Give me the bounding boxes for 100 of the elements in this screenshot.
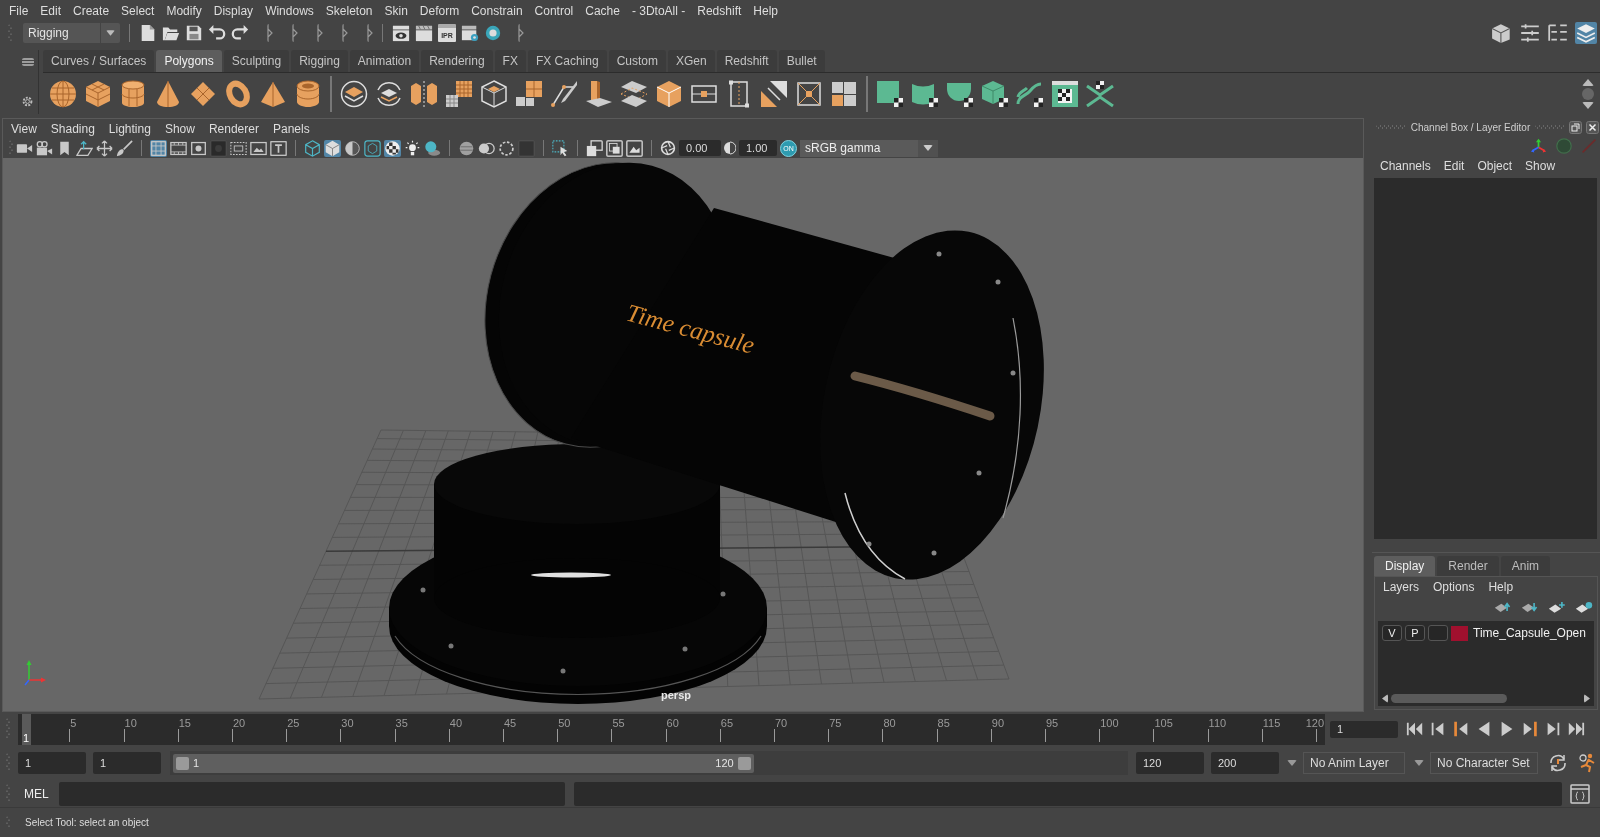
menu-item[interactable]: Control (534, 3, 574, 18)
grip-icon[interactable] (1376, 125, 1406, 129)
layer-add-icon[interactable] (1548, 601, 1566, 613)
end-time-field[interactable]: 200 (1211, 752, 1279, 774)
menu-item[interactable]: Create (73, 3, 110, 18)
checker-sphere-icon[interactable] (384, 139, 401, 157)
knife-line-icon[interactable] (550, 79, 578, 108)
pipe-icon[interactable] (294, 79, 322, 108)
safe-frame-icon[interactable] (230, 139, 247, 157)
exposure-field[interactable]: 0.00 (679, 140, 721, 156)
playback-start-field[interactable]: 1 (93, 752, 161, 774)
cube-checker-icon[interactable] (981, 79, 1009, 108)
time-slider[interactable]: 5 10 15 20 25 30 35 40 45 50 55 60 65 70 75 80 85 90 95 100 105 110 115 120 1 (18, 713, 1325, 745)
collapse-arrow-icon[interactable] (518, 24, 524, 42)
square-checker-icon[interactable] (876, 79, 904, 108)
new-file-icon[interactable] (139, 24, 157, 42)
menu-item[interactable]: Skin (384, 3, 408, 18)
layer-editor-tab[interactable]: Display (1374, 556, 1436, 576)
scrollbar-thumb[interactable] (1391, 693, 1507, 703)
playback-end-field[interactable]: 120 (1136, 752, 1204, 774)
menu-item[interactable]: Deform (419, 3, 460, 18)
grid-icon[interactable] (150, 139, 167, 157)
shelf-tab[interactable]: Custom (608, 50, 666, 72)
tree-list-icon[interactable] (1547, 22, 1569, 44)
range-bar[interactable] (173, 753, 754, 773)
shelf-tab[interactable]: XGen (667, 50, 715, 72)
next-key-icon[interactable] (1521, 720, 1539, 738)
striped-sphere-icon[interactable] (458, 139, 475, 157)
scroll-right-icon[interactable] (1584, 693, 1590, 703)
move-icon[interactable] (96, 139, 113, 157)
script-window-icon[interactable] (1570, 784, 1590, 804)
panel-menu-item[interactable]: Show (164, 121, 195, 136)
render-view-icon[interactable] (392, 24, 410, 42)
shaded-cube-icon[interactable] (324, 139, 341, 157)
previous-key-icon[interactable] (1452, 720, 1470, 738)
render-settings-icon[interactable] (461, 24, 479, 42)
picture-icon[interactable] (250, 139, 267, 157)
wireframe-cube-icon[interactable] (304, 139, 321, 157)
shelf-tab[interactable]: Sculpting (223, 50, 290, 72)
menu-item[interactable]: Display (213, 3, 254, 18)
cube-outline-icon[interactable] (480, 79, 508, 108)
layer-editor-tab[interactable]: Anim (1500, 556, 1551, 576)
dropdown-arrow-icon[interactable] (106, 30, 115, 36)
color-space-dropdown[interactable]: sRGB gamma (800, 139, 938, 157)
diamond-icon[interactable] (189, 79, 217, 108)
gamma-field[interactable]: 1.00 (739, 140, 777, 156)
diagonal-squares-icon[interactable] (760, 79, 788, 108)
scroll-down-icon[interactable] (1582, 101, 1594, 109)
contrast-icon[interactable] (724, 141, 736, 155)
dot-frame-icon[interactable] (190, 139, 207, 157)
range-slider-track[interactable]: 1 120 (170, 751, 1128, 775)
shelf-tab[interactable]: Polygons (156, 50, 222, 72)
dropdown-arrow-icon[interactable] (1414, 760, 1424, 766)
channel-box-menu-item[interactable]: Channels (1380, 159, 1431, 173)
panel-menu-item[interactable]: Renderer (208, 121, 259, 136)
panel-menu-item[interactable]: View (11, 121, 37, 136)
reference-toggle[interactable] (1428, 625, 1448, 641)
anim-layer-dropdown[interactable]: No Anim Layer (1303, 752, 1405, 774)
framed-square-icon[interactable] (606, 139, 623, 157)
light-bulb-icon[interactable] (404, 139, 421, 157)
menu-set-dropdown[interactable]: Rigging (23, 23, 120, 43)
dropdown-arrow-icon[interactable] (923, 145, 933, 151)
solid-cube-icon[interactable] (655, 79, 683, 108)
layer-name[interactable]: Time_Capsule_Open (1473, 626, 1586, 640)
save-icon[interactable] (185, 24, 203, 42)
stacked-planes-icon[interactable] (620, 79, 648, 108)
film-icon[interactable] (170, 139, 187, 157)
plane-icon[interactable] (76, 139, 93, 157)
redo-icon[interactable] (231, 24, 249, 42)
panel-menu-item[interactable]: Lighting (108, 121, 151, 136)
sliders-icon[interactable] (1519, 22, 1541, 44)
cycle-arrows-icon[interactable] (1548, 753, 1568, 773)
close-icon[interactable] (1586, 120, 1599, 134)
cylinder-icon[interactable] (119, 79, 147, 108)
brush-icon[interactable] (116, 139, 133, 157)
shelf-tab[interactable]: FX (494, 50, 526, 72)
visibility-toggle[interactable]: V (1382, 625, 1402, 641)
menu-item[interactable]: Help (753, 3, 778, 18)
undo-icon[interactable] (208, 24, 226, 42)
collapse-arrow-icon[interactable] (367, 24, 373, 42)
select-frame-icon[interactable] (552, 139, 569, 157)
pyramid-icon[interactable] (259, 79, 287, 108)
playback-toggle[interactable]: P (1405, 625, 1425, 641)
menu-item[interactable]: Windows (265, 3, 314, 18)
layer-dot-icon[interactable] (1575, 601, 1593, 613)
cube-panel-icon[interactable] (1491, 22, 1513, 44)
half-shaded-sphere-icon[interactable] (344, 139, 361, 157)
panel-menu-item[interactable]: Shading (50, 121, 95, 136)
shelf-tab[interactable]: Redshift (716, 50, 777, 72)
sphere-icon[interactable] (49, 79, 77, 108)
cone-icon[interactable] (154, 79, 182, 108)
current-frame-field[interactable]: 1 (1330, 720, 1398, 738)
shelf-tab[interactable]: Bullet (778, 50, 825, 72)
float-window-icon[interactable] (1569, 120, 1582, 134)
aperture-icon[interactable] (660, 140, 676, 156)
layer-menu-item[interactable]: Layers (1383, 580, 1420, 594)
scroll-up-icon[interactable] (1582, 78, 1594, 86)
channel-box-menu-item[interactable]: Edit (1443, 159, 1465, 173)
menu-item[interactable]: Cache (585, 3, 620, 18)
skip-to-end-icon[interactable] (1567, 720, 1585, 738)
